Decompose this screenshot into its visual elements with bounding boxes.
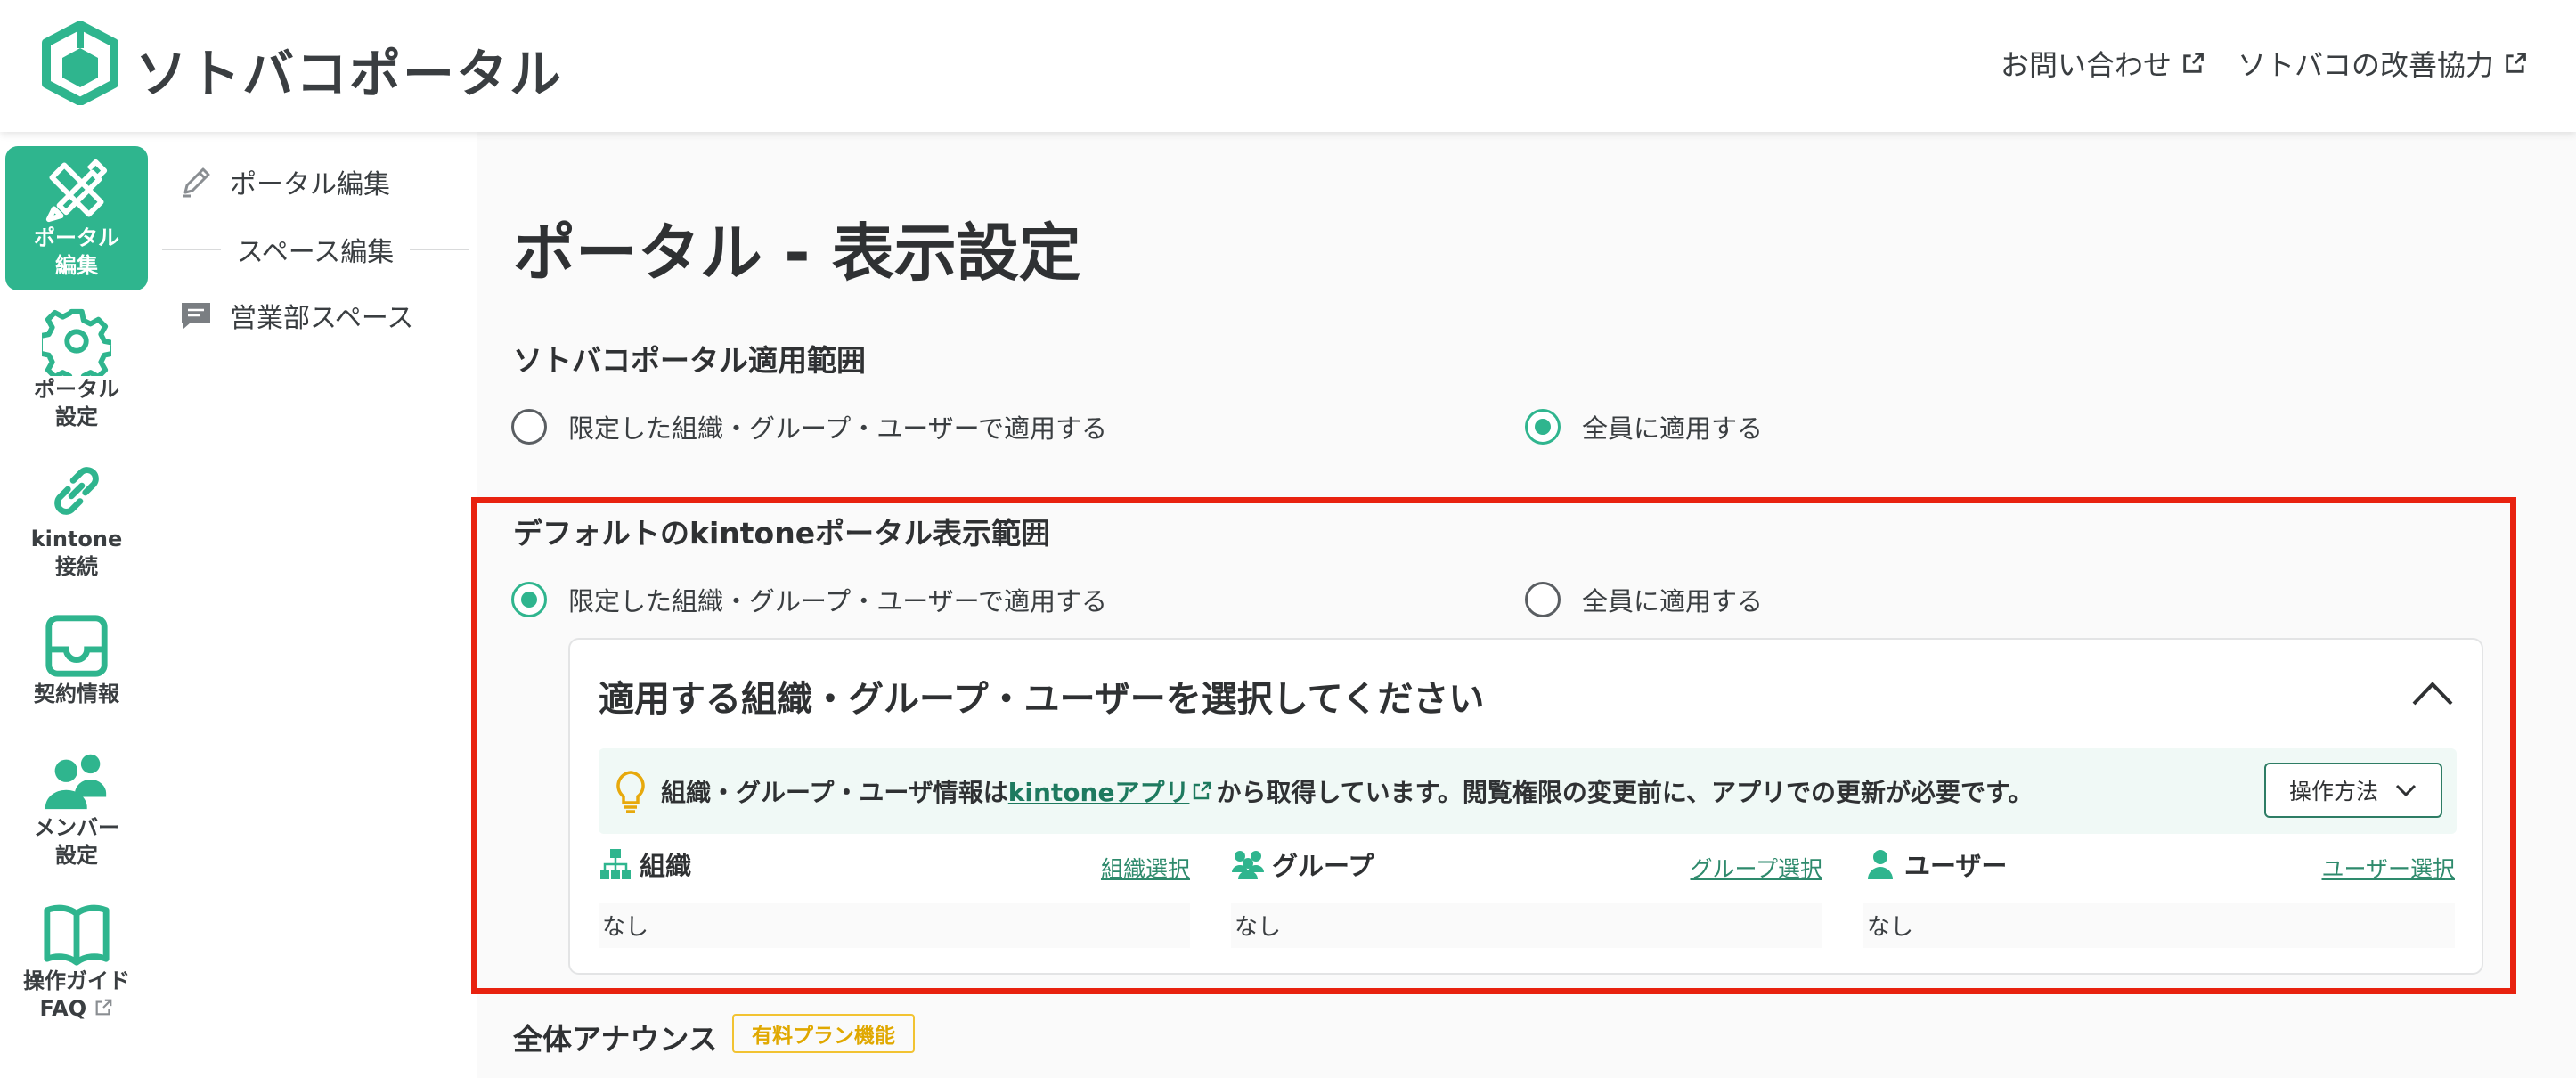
- external-link-icon: [96, 999, 112, 1016]
- radio-label: 全員に適用する: [1582, 413, 1764, 444]
- app-header: ソトバコポータル お問い合わせ ソトバコの改善協力: [0, 0, 2576, 132]
- header-links: お問い合わせ ソトバコの改善協力: [2001, 43, 2528, 84]
- org-column-header: 組織 組織選択: [599, 846, 1190, 882]
- divider-line: [162, 249, 221, 250]
- radio-circle: [511, 582, 547, 617]
- rail-label-faq: FAQ: [39, 996, 87, 1021]
- group-column-name: グループ: [1272, 851, 1374, 881]
- panel-title: 適用する組織・グループ・ユーザーを選択してください: [599, 679, 1485, 720]
- radio-circle: [1525, 582, 1561, 617]
- org-select-link[interactable]: 組織選択: [1101, 852, 1190, 884]
- book-icon: [44, 904, 110, 966]
- group-value: なし: [1231, 903, 1822, 948]
- rail-label: 接続: [55, 554, 98, 579]
- subnav-sales-space[interactable]: 営業部スペース: [178, 296, 413, 335]
- default-radio-limited[interactable]: 限定した組織・グループ・ユーザーで適用する: [511, 581, 1107, 618]
- sub-navigation: ポータル編集 スペース編集 営業部スペース: [159, 132, 477, 1078]
- info-bar: 組織・グループ・ユーザ情報は kintoneアプリ から取得しています。閲覧権限…: [599, 748, 2457, 834]
- subnav-divider: スペース編集: [162, 232, 469, 268]
- paid-plan-badge: 有料プラン機能: [732, 1014, 915, 1053]
- radio-label: 限定した組織・グループ・ユーザーで適用する: [568, 586, 1107, 617]
- user-column: ユーザー ユーザー選択 なし: [1863, 846, 2455, 953]
- subnav-sales-space-label: 営業部スペース: [230, 303, 414, 334]
- rail-label: 契約情報: [34, 682, 119, 706]
- default-section-title: デフォルトのkintoneポータル表示範囲: [513, 516, 1051, 551]
- rail-label: 操作ガイド: [23, 968, 130, 993]
- lightbulb-icon: [616, 771, 645, 813]
- howto-label: 操作方法: [2288, 779, 2378, 804]
- radio-label: 限定した組織・グループ・ユーザーで適用する: [568, 413, 1107, 444]
- rail-item-members[interactable]: メンバー 設定: [5, 741, 148, 875]
- group-column: グループ グループ選択 なし: [1231, 846, 1822, 953]
- rail-label: FAQ: [40, 995, 114, 1023]
- chevron-up-icon[interactable]: [2410, 675, 2455, 711]
- improvement-link-label: ソトバコの改善協力: [2237, 48, 2494, 82]
- app-name[interactable]: ソトバコポータル: [135, 32, 563, 107]
- default-radio-all[interactable]: 全員に適用する: [1525, 581, 1763, 618]
- user-column-name: ユーザー: [1904, 851, 2008, 881]
- subnav-space-edit-label: スペース編集: [236, 237, 395, 268]
- chat-bubble-icon: [182, 303, 210, 329]
- howto-dropdown-button[interactable]: 操作方法: [2263, 763, 2442, 818]
- main-content: ポータル - 表示設定 ソトバコポータル適用範囲 限定した組織・グループ・ユーザ…: [471, 132, 2576, 1078]
- radio-circle: [1525, 409, 1561, 445]
- info-suffix: から取得しています。閲覧権限の変更前に、アプリでの更新が必要です。: [1216, 778, 2034, 807]
- user-select-link[interactable]: ユーザー選択: [2321, 852, 2455, 884]
- subnav-portal-edit[interactable]: ポータル編集: [178, 162, 390, 201]
- rail-label: kintone: [30, 527, 123, 551]
- rail-item-kintone-connect[interactable]: kintone 接続: [5, 453, 148, 592]
- pencil-icon: [183, 167, 210, 198]
- page-title: ポータル - 表示設定: [513, 216, 1081, 290]
- user-column-header: ユーザー ユーザー選択: [1863, 846, 2455, 882]
- sotobako-logo-icon[interactable]: [41, 21, 119, 105]
- rail-label: 設定: [55, 404, 98, 429]
- kintone-app-link[interactable]: kintoneアプリ: [1008, 773, 1190, 809]
- announce-section-title: 全体アナウンス: [513, 1022, 718, 1057]
- rail-label: ポータル: [34, 225, 119, 250]
- user-icon: [1868, 850, 1893, 879]
- group-select-link[interactable]: グループ選択: [1690, 852, 1822, 884]
- info-text: 組織・グループ・ユーザ情報は kintoneアプリ から取得しています。閲覧権限…: [661, 773, 2033, 809]
- chevron-down-icon: [2395, 784, 2417, 797]
- rail-label: メンバー: [34, 815, 119, 840]
- org-value: なし: [599, 903, 1190, 948]
- org-column-name: 組織: [640, 851, 692, 881]
- user-value: なし: [1863, 903, 2455, 948]
- improvement-link[interactable]: ソトバコの改善協力: [2238, 43, 2528, 84]
- icon-rail: ポータル 編集 ポータル 設定 kintone 接続 契約情報 メンバー 設定 …: [0, 132, 159, 1078]
- inbox-tray-icon: [45, 615, 108, 677]
- external-link-icon: [2506, 53, 2526, 73]
- external-link-icon: [1194, 781, 1211, 800]
- info-prefix: 組織・グループ・ユーザ情報は: [661, 778, 1008, 807]
- rail-item-portal-edit[interactable]: ポータル 編集: [5, 146, 148, 290]
- rail-label: ポータル: [34, 377, 119, 402]
- rail-label: 編集: [55, 253, 98, 278]
- rail-item-contract[interactable]: 契約情報: [5, 608, 148, 723]
- external-link-icon: [2183, 53, 2204, 73]
- link-icon: [54, 467, 99, 515]
- scope-radio-limited[interactable]: 限定した組織・グループ・ユーザーで適用する: [511, 408, 1107, 445]
- scope-radio-all[interactable]: 全員に適用する: [1525, 408, 1763, 445]
- org-column: 組織 組織選択 なし: [599, 846, 1190, 953]
- members-icon: [45, 754, 107, 810]
- divider-line: [410, 249, 469, 250]
- scope-section-title: ソトバコポータル適用範囲: [513, 343, 866, 378]
- contact-link[interactable]: お問い合わせ: [2001, 43, 2205, 84]
- radio-label: 全員に適用する: [1582, 586, 1764, 617]
- subnav-portal-edit-label: ポータル編集: [230, 169, 390, 200]
- pencil-ruler-icon: [45, 159, 108, 223]
- gear-icon: [42, 308, 111, 376]
- group-column-header: グループ グループ選択: [1231, 846, 1822, 882]
- target-selection-panel: 適用する組織・グループ・ユーザーを選択してください 組織・グループ・ユーザ情報は…: [568, 638, 2483, 975]
- rail-item-guide-faq[interactable]: 操作ガイド FAQ: [5, 894, 148, 1037]
- org-chart-icon: [600, 849, 631, 879]
- rail-item-portal-settings[interactable]: ポータル 設定: [5, 301, 148, 444]
- group-icon: [1232, 851, 1264, 879]
- radio-circle: [511, 409, 547, 445]
- contact-link-label: お問い合わせ: [2000, 48, 2172, 82]
- rail-label: 設定: [55, 843, 98, 868]
